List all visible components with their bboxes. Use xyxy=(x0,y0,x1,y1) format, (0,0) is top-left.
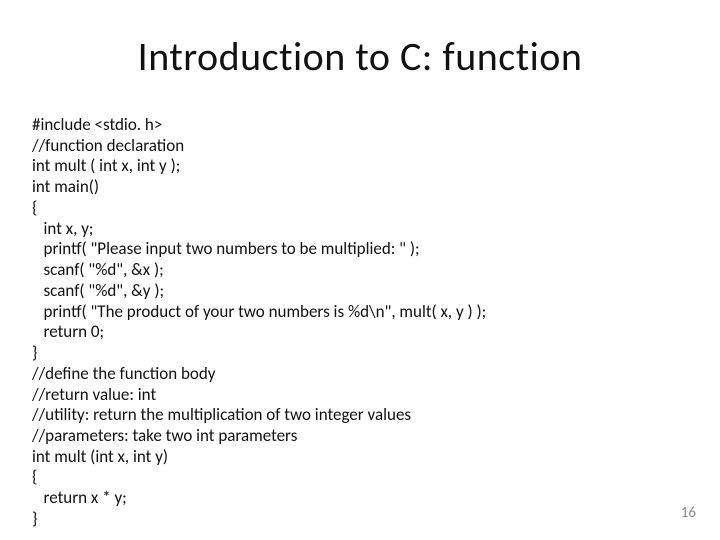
code-block: #include <stdio. h> //function declarati… xyxy=(32,115,660,530)
slide-title: Introduction to C: function xyxy=(0,32,720,81)
page-number: 16 xyxy=(681,504,696,522)
slide: Introduction to C: function #include <st… xyxy=(0,0,720,540)
